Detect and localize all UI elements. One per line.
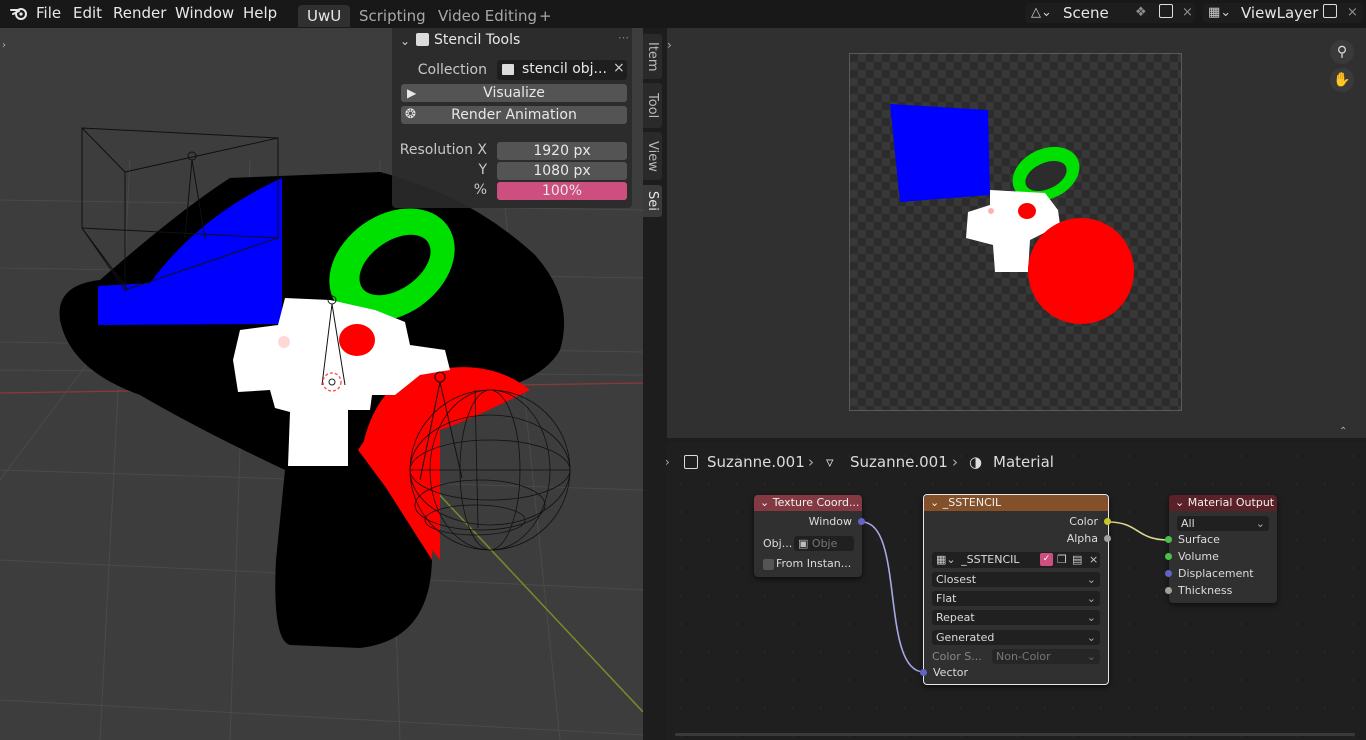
socket-alpha[interactable] — [1104, 535, 1111, 542]
object-field[interactable]: ▣ Obje — [794, 536, 854, 551]
socket-color[interactable] — [1104, 518, 1111, 525]
from-instancer-checkbox[interactable] — [763, 559, 774, 570]
node-header[interactable]: ⌄ _SSTENCIL — [924, 495, 1108, 511]
object-placeholder: Obje — [811, 537, 838, 550]
socket-color-label: Color — [1069, 515, 1098, 528]
node-collapse-icon[interactable]: ⌄ — [930, 496, 943, 509]
extension-dropdown[interactable]: Repeat ⌄ — [932, 610, 1100, 625]
image-selector[interactable]: ▦⌄ _SSTENCIL ✓ ❐ ▤ × — [932, 552, 1100, 568]
socket-vector[interactable] — [920, 669, 927, 676]
horizontal-scrollbar[interactable] — [675, 733, 1355, 736]
node-collapse-icon[interactable]: ⌄ — [1175, 496, 1188, 509]
socket-window[interactable] — [858, 518, 865, 525]
object-label: Obj... — [763, 537, 793, 550]
socket-vector-label: Vector — [933, 666, 969, 679]
projection-dropdown[interactable]: Flat ⌄ — [932, 591, 1100, 606]
duplicate-image-icon[interactable]: ❐ — [1057, 552, 1067, 567]
unlink-image-icon[interactable]: × — [1089, 552, 1098, 567]
socket-window-label: Window — [808, 515, 852, 528]
node-collapse-icon[interactable]: ⌄ — [760, 496, 773, 509]
image-texture-node[interactable]: ⌄ _SSTENCIL Color Alpha ▦⌄ _SSTENCIL ✓ ❐… — [923, 494, 1109, 685]
node-title: _SSTENCIL — [942, 496, 1002, 509]
socket-thickness[interactable] — [1165, 587, 1172, 594]
image-browse-icon[interactable]: ▦⌄ — [936, 553, 956, 566]
chevron-down-icon: ⌄ — [1086, 573, 1096, 586]
source-dropdown[interactable]: Generated ⌄ — [932, 630, 1100, 645]
interpolation-value: Closest — [936, 573, 977, 586]
node-links — [861, 521, 1170, 673]
target-dropdown[interactable]: All ⌄ — [1177, 516, 1269, 531]
projection-value: Flat — [936, 592, 957, 605]
socket-volume-label: Volume — [1178, 550, 1219, 563]
node-title: Material Output — [1187, 496, 1275, 509]
extension-value: Repeat — [936, 611, 975, 624]
node-header[interactable]: ⌄ Texture Coord... — [754, 495, 862, 511]
interpolation-dropdown[interactable]: Closest ⌄ — [932, 572, 1100, 587]
node-header[interactable]: ⌄ Material Output — [1169, 495, 1277, 511]
chevron-down-icon: ⌄ — [1086, 611, 1096, 624]
target-value: All — [1181, 517, 1195, 530]
colorspace-value: Non-Color — [996, 650, 1051, 663]
colorspace-label: Color S... — [932, 650, 982, 663]
from-instancer-label: From Instan... — [776, 557, 852, 570]
socket-thickness-label: Thickness — [1178, 584, 1233, 597]
socket-alpha-label: Alpha — [1066, 532, 1098, 545]
open-folder-icon[interactable]: ▤ — [1072, 552, 1082, 567]
object-field-icon: ▣ — [798, 537, 809, 550]
chevron-down-icon: ⌄ — [1255, 517, 1265, 530]
socket-surface[interactable] — [1165, 536, 1172, 543]
socket-volume[interactable] — [1165, 553, 1172, 560]
colorspace-dropdown[interactable]: Non-Color ⌄ — [992, 649, 1100, 664]
source-value: Generated — [936, 631, 995, 644]
chevron-down-icon: ⌄ — [1086, 592, 1096, 605]
chevron-down-icon: ⌄ — [1086, 650, 1096, 663]
fake-user-icon[interactable]: ✓ — [1040, 553, 1053, 566]
material-output-node[interactable]: ⌄ Material Output All ⌄ Surface Volume Di… — [1169, 495, 1277, 603]
node-title: Texture Coord... — [772, 496, 860, 509]
image-name: _SSTENCIL — [961, 553, 1020, 566]
socket-displacement-label: Displacement — [1178, 567, 1254, 580]
texture-coordinate-node[interactable]: ⌄ Texture Coord... Window Obj... ▣ Obje … — [754, 495, 862, 577]
socket-surface-label: Surface — [1178, 533, 1220, 546]
socket-displacement[interactable] — [1165, 570, 1172, 577]
chevron-down-icon: ⌄ — [1086, 631, 1096, 644]
